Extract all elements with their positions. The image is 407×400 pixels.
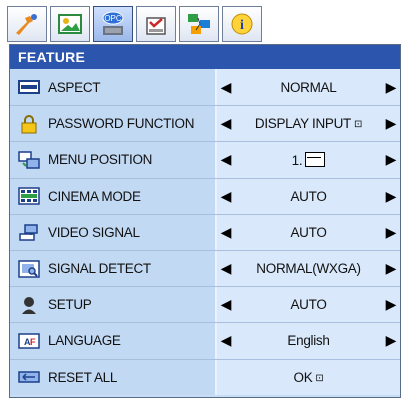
menu-item-menu-position[interactable]: MENU POSITION ◀ 1. ▶ bbox=[10, 141, 400, 178]
left-arrow-icon[interactable]: ◀ bbox=[217, 260, 235, 277]
menu-item-value-cell: ◀ English ▶ bbox=[217, 323, 400, 359]
reset-icon bbox=[16, 366, 42, 388]
tab-image[interactable] bbox=[50, 6, 90, 42]
menu-item-value: AUTO bbox=[290, 224, 327, 240]
menu-item-label: SIGNAL DETECT bbox=[48, 261, 151, 277]
enter-icon: ⊡ bbox=[354, 119, 363, 131]
menu-item-label-cell: MENU POSITION bbox=[10, 142, 217, 178]
right-arrow-icon[interactable]: ▶ bbox=[382, 151, 400, 168]
feature-icon-text: OPC bbox=[104, 14, 122, 23]
menu-item-reset-all[interactable]: RESET ALL OK ⊡ bbox=[10, 358, 400, 395]
menu-item-value-cell: ◀ AUTO ▶ bbox=[217, 178, 400, 214]
right-arrow-icon[interactable]: ▶ bbox=[382, 296, 400, 313]
menu-item-aspect[interactable]: ASPECT ◀ NORMAL ▶ bbox=[10, 69, 400, 106]
password-icon bbox=[16, 113, 42, 135]
menu-item-value: NORMAL bbox=[280, 79, 337, 95]
info-icon: i bbox=[231, 13, 253, 35]
tab-info[interactable]: i bbox=[222, 6, 262, 42]
menu-item-value-text: OK bbox=[293, 369, 313, 385]
left-arrow-icon[interactable]: ◀ bbox=[217, 188, 235, 205]
image-icon bbox=[58, 14, 82, 34]
menu-item-label-cell: SETUP bbox=[10, 287, 217, 323]
tab-setting[interactable] bbox=[136, 6, 176, 42]
menu-item-value: English bbox=[287, 333, 330, 349]
menu-item-label-cell: RESET ALL bbox=[10, 359, 217, 395]
tab-network[interactable] bbox=[179, 6, 219, 42]
menu-item-label: ASPECT bbox=[48, 79, 101, 95]
right-arrow-icon[interactable]: ▶ bbox=[382, 224, 400, 241]
menu-position-icon bbox=[16, 149, 42, 171]
menu-item-language[interactable]: AF LANGUAGE ◀ English ▶ bbox=[10, 322, 400, 359]
enter-icon: ⊡ bbox=[315, 372, 324, 384]
left-arrow-icon[interactable]: ◀ bbox=[217, 332, 235, 349]
menu-item-value: DISPLAY INPUT ⊡ bbox=[235, 116, 382, 131]
menu-item-label: CINEMA MODE bbox=[48, 188, 141, 204]
menu-item-label-cell: SIGNAL DETECT bbox=[10, 250, 217, 287]
setting-icon bbox=[146, 17, 166, 35]
menu-item-label-cell: AF LANGUAGE bbox=[10, 323, 217, 359]
language-icon: AF bbox=[16, 330, 42, 352]
left-arrow-icon[interactable]: ◀ bbox=[217, 115, 235, 132]
picture-adjust-icon bbox=[16, 14, 37, 35]
menu-item-value-cell: ◀ 1. ▶ bbox=[217, 142, 400, 178]
menu-rows: ASPECT ◀ NORMAL ▶ PASSWORD FUNCTION ◀ DI… bbox=[10, 69, 400, 395]
menu-item-label: PASSWORD FUNCTION bbox=[48, 116, 195, 132]
menu-item-label-cell: VIDEO SIGNAL bbox=[10, 214, 217, 250]
left-arrow-icon[interactable]: ◀ bbox=[217, 296, 235, 313]
info-icon-text: i bbox=[240, 18, 244, 33]
tab-feature[interactable]: OPC bbox=[93, 6, 133, 42]
menu-item-value: AUTO bbox=[290, 188, 327, 204]
menu-item-value[interactable]: OK ⊡ bbox=[217, 370, 400, 385]
tab-picture[interactable] bbox=[7, 6, 47, 42]
menu-item-value-cell: ◀ AUTO ▶ bbox=[217, 287, 400, 323]
menu-item-label: VIDEO SIGNAL bbox=[48, 224, 140, 240]
cinema-mode-icon bbox=[16, 185, 42, 207]
menu-item-value-cell: ◀ NORMAL ▶ bbox=[217, 69, 400, 106]
menu-item-value: 1. bbox=[235, 151, 382, 168]
network-icon bbox=[188, 14, 210, 34]
left-arrow-icon[interactable]: ◀ bbox=[217, 79, 235, 96]
menu-item-label-cell: PASSWORD FUNCTION bbox=[10, 106, 217, 142]
menu-item-value: AUTO bbox=[290, 297, 327, 313]
left-arrow-icon[interactable]: ◀ bbox=[217, 151, 235, 168]
menu-title: FEATURE bbox=[10, 45, 400, 69]
right-arrow-icon[interactable]: ▶ bbox=[382, 260, 400, 277]
right-arrow-icon[interactable]: ▶ bbox=[382, 115, 400, 132]
menu-item-password-function[interactable]: PASSWORD FUNCTION ◀ DISPLAY INPUT ⊡ ▶ bbox=[10, 105, 400, 142]
menu-item-video-signal[interactable]: VIDEO SIGNAL ◀ AUTO ▶ bbox=[10, 213, 400, 250]
menu-item-value-cell: OK ⊡ bbox=[217, 359, 400, 395]
menu-item-setup[interactable]: SETUP ◀ AUTO ▶ bbox=[10, 286, 400, 323]
menu-item-label: SETUP bbox=[48, 297, 92, 313]
right-arrow-icon[interactable]: ▶ bbox=[382, 188, 400, 205]
right-arrow-icon[interactable]: ▶ bbox=[382, 79, 400, 96]
feature-menu-panel: FEATURE ASPECT ◀ NORMAL ▶ PASSWORD FUNCT… bbox=[9, 44, 401, 398]
menu-item-value-cell: ◀ AUTO ▶ bbox=[217, 214, 400, 250]
menu-item-label: LANGUAGE bbox=[48, 333, 121, 349]
signal-detect-icon bbox=[16, 258, 42, 280]
menu-item-value-cell: ◀ DISPLAY INPUT ⊡ ▶ bbox=[217, 106, 400, 142]
menu-item-label-cell: ASPECT bbox=[10, 69, 217, 106]
left-arrow-icon[interactable]: ◀ bbox=[217, 224, 235, 241]
menu-item-label-cell: CINEMA MODE bbox=[10, 178, 217, 214]
menu-item-value-text: 1. bbox=[291, 152, 303, 168]
menu-item-label: RESET ALL bbox=[48, 369, 118, 385]
aspect-icon bbox=[16, 76, 42, 98]
menu-tabs: OPC i bbox=[7, 6, 262, 44]
menu-item-cinema-mode[interactable]: CINEMA MODE ◀ AUTO ▶ bbox=[10, 177, 400, 214]
menu-item-label: MENU POSITION bbox=[48, 152, 153, 168]
video-signal-icon bbox=[16, 221, 42, 243]
setup-icon bbox=[16, 294, 42, 316]
menu-item-value: NORMAL(WXGA) bbox=[256, 261, 361, 277]
menu-item-value-text: DISPLAY INPUT bbox=[254, 116, 352, 132]
menu-item-signal-detect[interactable]: SIGNAL DETECT ◀ NORMAL(WXGA) ▶ bbox=[10, 249, 400, 287]
menu-position-box-icon bbox=[305, 151, 326, 167]
right-arrow-icon[interactable]: ▶ bbox=[382, 332, 400, 349]
feature-icon: OPC bbox=[102, 11, 124, 35]
svg-text:F: F bbox=[30, 337, 36, 347]
menu-item-value-cell: ◀ NORMAL(WXGA) ▶ bbox=[217, 250, 400, 287]
